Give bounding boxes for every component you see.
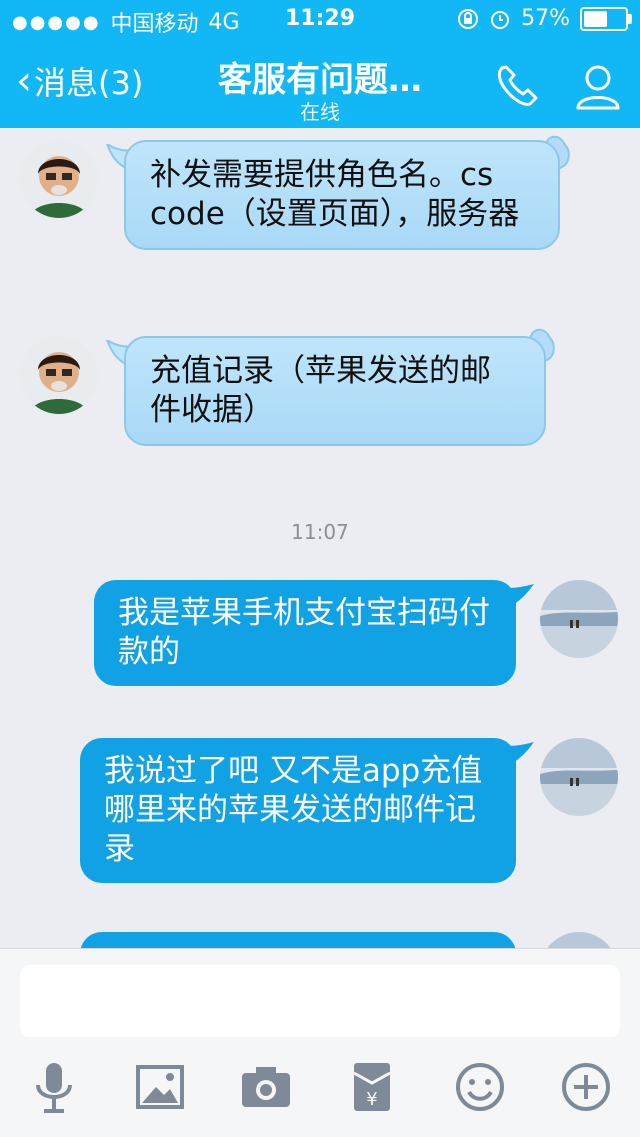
- message-bubble-outgoing[interactable]: 我说过了吧 又不是app充值 哪里来的苹果发送的邮件记录: [80, 738, 516, 883]
- chevron-left-icon: ‹: [16, 58, 32, 104]
- back-label: 消息(3): [34, 64, 144, 102]
- microphone-icon[interactable]: [24, 1057, 84, 1117]
- battery-percent: 57%: [521, 6, 570, 31]
- bubble-tail: [508, 584, 534, 608]
- rotation-lock-icon: [458, 8, 479, 29]
- message-timestamp: 11:07: [291, 520, 349, 544]
- red-packet-icon[interactable]: ¥: [342, 1057, 402, 1117]
- status-right: 57%: [457, 6, 632, 31]
- chat-history[interactable]: 补发需要提供角色名。cs code（设置页面），服务器 充值记录（苹果发送的邮件…: [0, 128, 640, 948]
- contact-status: 在线: [300, 100, 340, 124]
- message-bubble-incoming[interactable]: 充值记录（苹果发送的邮件收据）: [124, 336, 546, 446]
- message-bubble-outgoing[interactable]: 我是苹果手机支付宝扫码付款的: [94, 580, 516, 686]
- plus-icon[interactable]: [556, 1057, 616, 1117]
- camera-icon[interactable]: [236, 1057, 296, 1117]
- message-bubble-outgoing-partial[interactable]: [80, 932, 516, 948]
- header: ●●●●● 中国移动 4G 11:29 57% ‹ 消息(3) 客服有问题… 在…: [0, 0, 640, 128]
- image-icon[interactable]: [130, 1057, 190, 1117]
- user-avatar[interactable]: [540, 932, 618, 948]
- contact-profile-icon[interactable]: [570, 58, 626, 114]
- phone-call-icon[interactable]: [490, 58, 546, 114]
- page-title: 客服有问题…: [218, 60, 422, 100]
- alarm-icon: [491, 10, 510, 29]
- svg-text:¥: ¥: [366, 1089, 377, 1110]
- status-bar: ●●●●● 中国移动 4G 11:29 57%: [0, 0, 640, 40]
- input-area: ¥: [0, 948, 640, 1137]
- back-button[interactable]: ‹ 消息(3): [16, 58, 143, 104]
- battery-fill: [584, 10, 607, 27]
- contact-avatar[interactable]: [20, 336, 98, 414]
- message-input[interactable]: [20, 965, 620, 1037]
- input-toolbar: ¥: [0, 1057, 640, 1127]
- emoji-icon[interactable]: [450, 1057, 510, 1117]
- contact-avatar[interactable]: [20, 140, 98, 218]
- bubble-tail: [508, 742, 534, 766]
- message-bubble-incoming[interactable]: 补发需要提供角色名。cs code（设置页面），服务器: [124, 140, 560, 250]
- battery-icon: [580, 6, 632, 31]
- user-avatar[interactable]: [540, 580, 618, 658]
- user-avatar[interactable]: [540, 738, 618, 816]
